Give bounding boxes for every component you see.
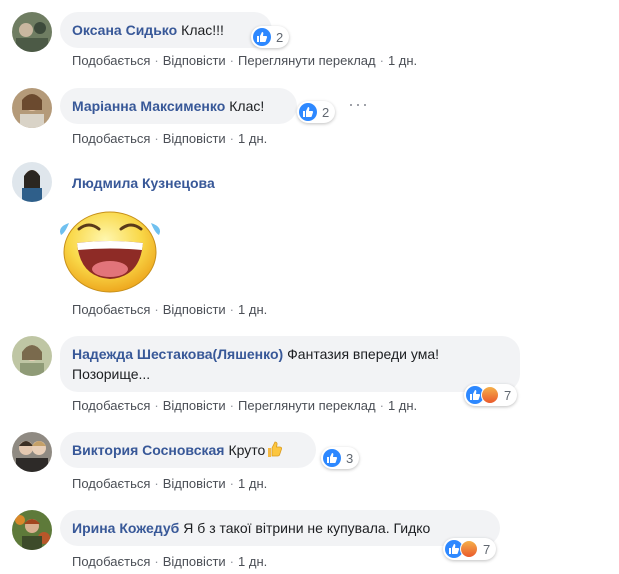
reply-link[interactable]: Відповісти bbox=[163, 554, 226, 569]
comment: Людмила Кузнецова Подобається · Відповісти… bbox=[0, 160, 619, 320]
like-link[interactable]: Подобається bbox=[72, 302, 150, 317]
angry-reaction-icon bbox=[481, 386, 499, 404]
comment-author[interactable]: Оксана Сидько bbox=[72, 22, 177, 38]
comment-actions: Подобається · Відповісти · 1 дн. bbox=[72, 302, 268, 317]
translate-link[interactable]: Переглянути переклад bbox=[238, 398, 376, 413]
comment-author[interactable]: Ирина Кожедуб bbox=[72, 520, 179, 536]
timestamp[interactable]: 1 дн. bbox=[238, 131, 267, 146]
comment-bubble: Ирина Кожедуб Я б з такої вітрини не купу… bbox=[60, 510, 500, 546]
reply-link[interactable]: Відповісти bbox=[163, 302, 226, 317]
reply-link[interactable]: Відповісти bbox=[163, 476, 226, 491]
comment-actions: Подобається · Відповісти · 1 дн. bbox=[72, 476, 268, 491]
reaction-count: 7 bbox=[483, 541, 491, 557]
comment-actions: Подобається · Відповісти · 1 дн. bbox=[72, 131, 268, 146]
translate-link[interactable]: Переглянути переклад bbox=[238, 53, 376, 68]
avatar[interactable] bbox=[12, 432, 52, 472]
thumbs-up-emoji-icon bbox=[265, 440, 283, 463]
comment-author[interactable]: Людмила Кузнецова bbox=[72, 175, 215, 191]
reaction-count: 3 bbox=[346, 450, 354, 466]
comment-bubble: Оксана Сидько Клас!!! bbox=[60, 12, 272, 48]
comment-author[interactable]: Маріанна Максименко bbox=[72, 98, 225, 114]
like-link[interactable]: Подобається bbox=[72, 476, 150, 491]
avatar[interactable] bbox=[12, 88, 52, 128]
timestamp[interactable]: 1 дн. bbox=[238, 554, 267, 569]
comment: Оксана Сидько Клас!!! 2 Подобається · Відпо… bbox=[0, 10, 619, 80]
comment-text: Позорище... bbox=[72, 366, 151, 382]
reply-link[interactable]: Відповісти bbox=[163, 131, 226, 146]
comment: Виктория Сосновская Круто 3 Подобається · В… bbox=[0, 432, 619, 496]
comment: Надежда Шестакова(Ляшенко) Фантазия впере… bbox=[0, 334, 619, 420]
avatar[interactable] bbox=[12, 336, 52, 376]
comment-author[interactable]: Надежда Шестакова(Ляшенко) bbox=[72, 346, 283, 362]
reply-link[interactable]: Відповісти bbox=[163, 53, 226, 68]
reaction-summary[interactable]: 3 bbox=[321, 447, 360, 469]
timestamp[interactable]: 1 дн. bbox=[388, 53, 417, 68]
timestamp[interactable]: 1 дн. bbox=[238, 302, 267, 317]
comment-actions: Подобається · Відповісти · 1 дн. bbox=[72, 554, 268, 569]
avatar[interactable] bbox=[12, 162, 52, 202]
comment-author[interactable]: Виктория Сосновская bbox=[72, 442, 224, 458]
timestamp[interactable]: 1 дн. bbox=[388, 398, 417, 413]
comment-text: Клас! bbox=[229, 98, 265, 114]
comment: Маріанна Максименко Клас! 2 ··· Подобаєть… bbox=[0, 88, 619, 152]
comment-text: Клас!!! bbox=[181, 22, 224, 38]
comment-text: Фантазия впереди ума! bbox=[287, 346, 440, 362]
like-reaction-icon bbox=[323, 449, 341, 467]
like-reaction-icon bbox=[299, 103, 317, 121]
reaction-summary[interactable]: 7 bbox=[464, 384, 518, 406]
comment-actions: Подобається · Відповісти · Переглянути перек… bbox=[72, 53, 418, 68]
like-link[interactable]: Подобається bbox=[72, 131, 150, 146]
like-reaction-icon bbox=[253, 28, 271, 46]
comment-actions: Подобається · Відповісти · Переглянути перек… bbox=[72, 398, 418, 413]
laughing-crying-sticker bbox=[55, 205, 165, 298]
avatar[interactable] bbox=[12, 510, 52, 550]
like-link[interactable]: Подобається bbox=[72, 53, 150, 68]
comment-text: Я б з такої вітрини не купувала. Гидко bbox=[183, 520, 431, 536]
avatar[interactable] bbox=[12, 12, 52, 52]
reply-link[interactable]: Відповісти bbox=[163, 398, 226, 413]
reaction-summary[interactable]: 2 bbox=[251, 26, 290, 48]
more-options-icon[interactable]: ··· bbox=[348, 94, 369, 115]
like-link[interactable]: Подобається bbox=[72, 398, 150, 413]
comment-text: Круто bbox=[228, 442, 266, 458]
comment-bubble: Надежда Шестакова(Ляшенко) Фантазия впере… bbox=[60, 336, 520, 392]
like-link[interactable]: Подобається bbox=[72, 554, 150, 569]
angry-reaction-icon bbox=[460, 540, 478, 558]
reaction-summary[interactable]: 7 bbox=[443, 538, 497, 560]
reaction-count: 2 bbox=[322, 104, 330, 120]
reaction-count: 2 bbox=[276, 29, 284, 45]
reaction-summary[interactable]: 2 bbox=[297, 101, 336, 123]
timestamp[interactable]: 1 дн. bbox=[238, 476, 267, 491]
comment-bubble: Маріанна Максименко Клас! bbox=[60, 88, 297, 124]
comment: Ирина Кожедуб Я б з такої вітрини не купу… bbox=[0, 508, 619, 574]
comment-bubble: Виктория Сосновская Круто bbox=[60, 432, 316, 468]
reaction-count: 7 bbox=[504, 387, 512, 403]
